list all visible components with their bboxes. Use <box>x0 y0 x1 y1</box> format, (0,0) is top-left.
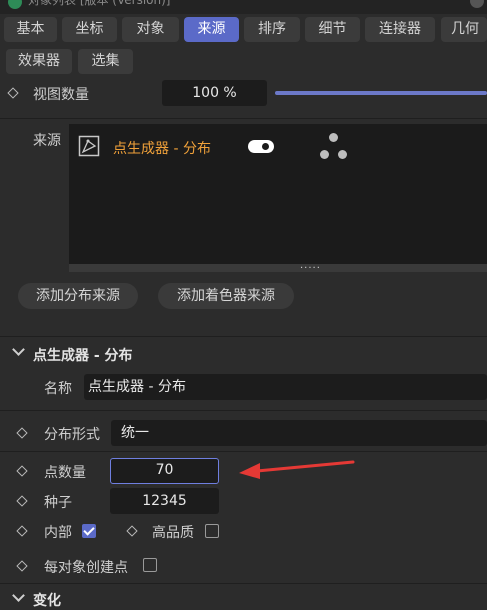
high-quality-label: 高品质 <box>152 525 194 541</box>
tab-basic[interactable]: 基本 <box>4 17 57 42</box>
resize-grip-icon[interactable]: ..... <box>300 260 321 271</box>
tab-connector[interactable]: 连接器 <box>365 17 435 42</box>
tab-sort[interactable]: 排序 <box>244 17 300 42</box>
seed-label: 种子 <box>44 495 72 511</box>
divider <box>0 583 487 584</box>
next-section-title[interactable]: 变化 <box>33 590 61 610</box>
keyframe-diamond-icon[interactable] <box>16 560 28 572</box>
keyframe-diamond-icon[interactable] <box>16 525 28 537</box>
view-count-label: 视图数量 <box>33 87 89 103</box>
tab-effector[interactable]: 效果器 <box>6 49 72 74</box>
source-item-name[interactable]: 点生成器 - 分布 <box>113 138 211 158</box>
view-count-field[interactable]: 100 % <box>162 80 267 106</box>
window-title: 对象列表 [版本 (Version)] <box>28 0 171 7</box>
source-enable-toggle[interactable] <box>248 140 274 153</box>
point-count-label: 点数量 <box>44 465 86 481</box>
point-generator-icon <box>78 135 100 157</box>
section-title[interactable]: 点生成器 - 分布 <box>33 345 133 365</box>
keyframe-diamond-icon[interactable] <box>7 87 19 99</box>
high-quality-checkbox[interactable] <box>205 524 219 538</box>
seed-field[interactable]: 12345 <box>110 488 219 514</box>
distribution-dots-icon <box>318 133 350 163</box>
tab-source[interactable]: 来源 <box>184 17 239 42</box>
window-titlebar: 对象列表 [版本 (Version)] <box>0 0 487 14</box>
keyframe-diamond-icon[interactable] <box>16 465 28 477</box>
source-label: 来源 <box>33 133 61 149</box>
keyframe-diamond-icon[interactable] <box>16 427 28 439</box>
divider <box>0 118 487 119</box>
name-field[interactable]: 点生成器 - 分布 <box>84 374 487 400</box>
divider <box>0 410 487 411</box>
close-icon[interactable] <box>470 0 484 8</box>
divider <box>0 336 487 337</box>
add-shader-source-button[interactable]: 添加着色器来源 <box>158 283 294 309</box>
tab-geometry[interactable]: 几何 <box>441 17 487 42</box>
point-count-field[interactable]: 70 <box>110 458 219 484</box>
inside-label: 内部 <box>44 525 72 541</box>
per-object-points-label: 每对象创建点 <box>44 560 128 576</box>
distribution-dropdown[interactable]: 统一 <box>111 420 487 446</box>
distribution-label: 分布形式 <box>44 427 100 443</box>
name-label: 名称 <box>44 381 72 397</box>
app-logo-icon <box>8 0 22 9</box>
keyframe-diamond-icon[interactable] <box>126 525 138 537</box>
annotation-arrow-icon <box>239 460 355 479</box>
source-list-resize-bar[interactable] <box>69 264 487 272</box>
divider <box>0 451 487 452</box>
chevron-down-icon[interactable] <box>12 343 25 356</box>
per-object-points-checkbox[interactable] <box>143 558 157 572</box>
view-count-slider[interactable] <box>275 91 487 95</box>
tab-detail[interactable]: 细节 <box>305 17 360 42</box>
add-distribution-source-button[interactable]: 添加分布来源 <box>18 283 138 309</box>
tab-coordinates[interactable]: 坐标 <box>62 17 117 42</box>
inside-checkbox[interactable] <box>82 524 96 538</box>
tab-object[interactable]: 对象 <box>122 17 179 42</box>
tab-selection[interactable]: 选集 <box>78 49 133 74</box>
keyframe-diamond-icon[interactable] <box>16 495 28 507</box>
